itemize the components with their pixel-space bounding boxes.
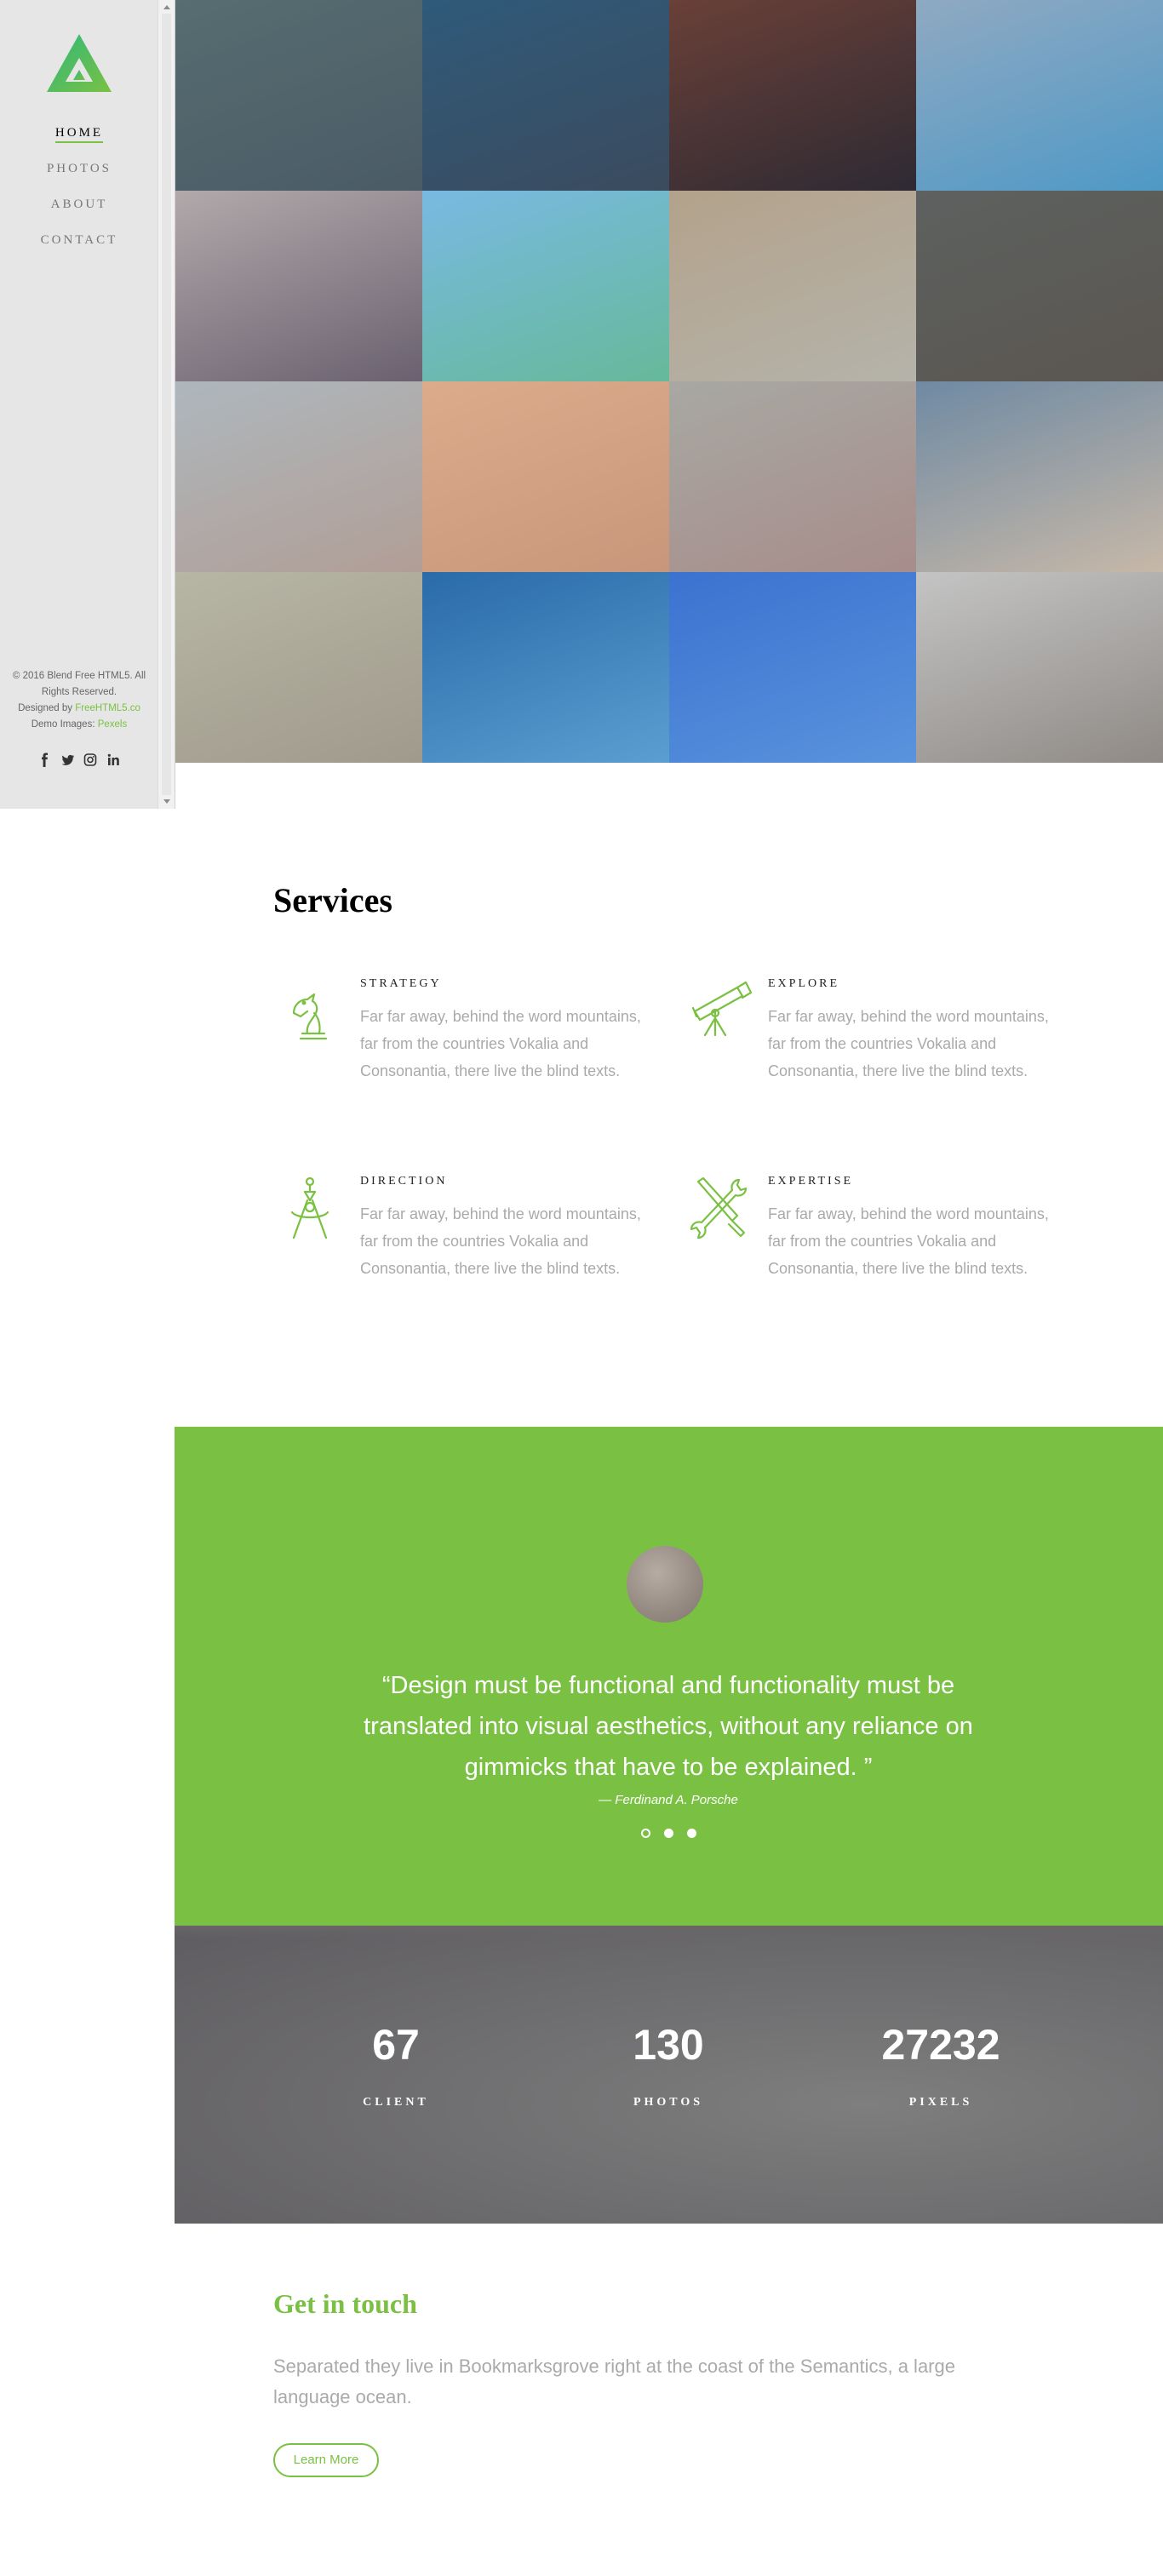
counter-label: CLIENT — [363, 2096, 429, 2109]
service-name: Direction — [360, 1175, 448, 1188]
service-expertise: Expertise Far far away, behind the word … — [681, 1175, 1056, 1345]
scroll-down-icon[interactable] — [163, 799, 170, 804]
main-nav: Home Photos About Contact — [0, 123, 158, 266]
instagram-icon[interactable] — [81, 753, 100, 768]
counters-section: 67 CLIENT 130 PHOTOS 27232 PIXELS — [175, 1926, 1163, 2224]
social-links — [0, 753, 158, 768]
gallery-photo[interactable] — [422, 572, 669, 763]
copyright-text: © 2016 Blend Free HTML5. All Rights Rese… — [12, 671, 146, 697]
carousel-dot-2[interactable] — [664, 1829, 673, 1838]
contact-text: Separated they live in Bookmarksgrove ri… — [273, 2356, 955, 2407]
twitter-icon[interactable] — [59, 753, 77, 768]
counter-label: PHOTOS — [633, 2096, 704, 2109]
chess-knight-icon — [292, 993, 328, 1040]
sidebar: Home Photos About Contact © 2016 Blend F… — [0, 0, 175, 809]
gallery-photo[interactable] — [916, 191, 1163, 381]
testimonial-section: “Design must be functional and functiona… — [175, 1427, 1163, 1926]
counter-value: 27232 — [881, 2021, 1000, 2069]
service-description: Far far away, behind the word mountains,… — [360, 1205, 641, 1277]
gallery-photo[interactable] — [175, 191, 422, 381]
service-direction: Direction Far far away, behind the word … — [273, 1175, 648, 1345]
gallery-photo[interactable] — [669, 572, 916, 763]
sidebar-footer: © 2016 Blend Free HTML5. All Rights Rese… — [7, 668, 152, 733]
facebook-icon[interactable] — [36, 753, 54, 768]
pexels-link[interactable]: Pexels — [98, 719, 128, 730]
logo-icon[interactable] — [45, 32, 113, 94]
gallery-photo[interactable] — [669, 381, 916, 572]
services-section: Services Strategy Far far away, behind t… — [175, 763, 1163, 1427]
service-description: Far far away, behind the word mountains,… — [768, 1008, 1049, 1079]
service-strategy: Strategy Far far away, behind the word m… — [273, 977, 648, 1148]
nav-item-label: Home — [54, 126, 104, 143]
counter-value: 130 — [633, 2021, 704, 2069]
counter-label: PIXELS — [908, 2096, 973, 2109]
contact-title: Get in touch — [273, 2288, 417, 2319]
gallery-photo[interactable] — [916, 0, 1163, 191]
services-title: Services — [273, 881, 392, 919]
carousel-dot-1[interactable] — [640, 1829, 650, 1838]
learn-more-button[interactable]: Learn More — [273, 2443, 379, 2477]
designed-by-prefix: Designed by — [18, 703, 73, 713]
gallery-photo[interactable] — [175, 381, 422, 572]
nav-item-home[interactable]: Home — [0, 123, 158, 158]
telescope-icon — [691, 981, 753, 1037]
compass-drawing-icon — [290, 1176, 329, 1239]
designed-by: Designed by FreeHTML5.co — [7, 701, 152, 717]
gallery-photo[interactable] — [916, 572, 1163, 763]
designer-link[interactable]: FreeHTML5.co — [75, 703, 140, 713]
service-name: Expertise — [768, 1175, 854, 1188]
scroll-thumb[interactable] — [162, 14, 171, 795]
demo-images: Demo Images: Pexels — [7, 717, 152, 733]
counter-pixels: 27232 PIXELS — [813, 2019, 1068, 2109]
sidebar-scrollbar[interactable] — [158, 0, 175, 809]
gallery-photo[interactable] — [916, 381, 1163, 572]
nav-item-about[interactable]: About — [0, 194, 158, 230]
gallery-photo[interactable] — [669, 191, 916, 381]
gallery-photo[interactable] — [175, 572, 422, 763]
carousel-dot-3[interactable] — [687, 1829, 697, 1838]
demo-images-prefix: Demo Images: — [31, 719, 95, 730]
testimonial-quote: “Design must be functional and functiona… — [364, 1672, 973, 1781]
service-explore: Explore Far far away, behind the word mo… — [681, 977, 1056, 1148]
nav-item-label: Contact — [40, 233, 118, 247]
counter-photos: 130 PHOTOS — [541, 2019, 796, 2109]
nav-item-photos[interactable]: Photos — [0, 158, 158, 194]
service-name: Explore — [768, 977, 839, 990]
scroll-up-icon[interactable] — [163, 5, 170, 9]
service-description: Far far away, behind the word mountains,… — [360, 1008, 641, 1079]
tools-icon — [690, 1176, 748, 1239]
service-name: Strategy — [360, 977, 442, 990]
contact-section: Get in touch Separated they live in Book… — [175, 2224, 1163, 2576]
gallery-photo[interactable] — [175, 0, 422, 191]
nav-item-label: Photos — [46, 162, 112, 175]
nav-item-contact[interactable]: Contact — [0, 230, 158, 266]
service-description: Far far away, behind the word mountains,… — [768, 1205, 1049, 1277]
sidebar-content: Home Photos About Contact © 2016 Blend F… — [0, 0, 158, 809]
counter-client: 67 CLIENT — [268, 2019, 524, 2109]
gallery-photo[interactable] — [422, 381, 669, 572]
testimonial-avatar — [627, 1546, 703, 1623]
nav-item-label: About — [50, 197, 108, 211]
gallery-photo[interactable] — [669, 0, 916, 191]
testimonial-author: — Ferdinand A. Porsche — [599, 1793, 738, 1807]
photo-gallery — [175, 0, 1163, 763]
carousel-dots — [175, 1827, 1163, 1842]
gallery-photo[interactable] — [422, 191, 669, 381]
gallery-photo[interactable] — [422, 0, 669, 191]
counter-value: 67 — [372, 2021, 420, 2069]
linkedin-icon[interactable] — [104, 753, 123, 768]
